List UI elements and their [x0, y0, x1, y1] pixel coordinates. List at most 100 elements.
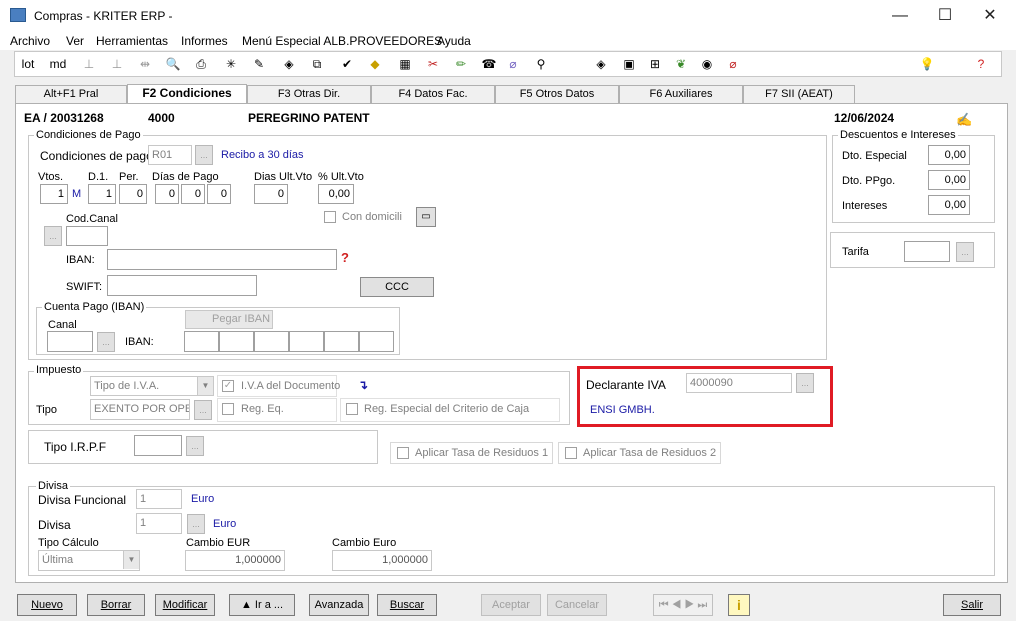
divisa-lookup-button[interactable]: ... — [187, 514, 205, 534]
tab-auxiliares[interactable]: F6 Auxiliares — [619, 85, 743, 103]
info-icon[interactable]: i — [728, 594, 750, 616]
preview-icon[interactable]: 🔍 — [165, 56, 181, 72]
tools-icon[interactable]: ✂ — [425, 56, 441, 72]
notes-icon[interactable]: ✍ — [956, 112, 972, 128]
menu-ver[interactable]: Ver — [66, 34, 84, 48]
d1-input[interactable]: 1 — [88, 184, 116, 204]
arrow-down-right-icon[interactable]: ↴ — [358, 378, 368, 392]
cambio-eur-input[interactable]: 1,000000 — [185, 550, 285, 571]
tab-otros-datos[interactable]: F5 Otros Datos — [495, 85, 619, 103]
menu-herramientas[interactable]: Herramientas — [96, 34, 168, 48]
swift-input[interactable] — [107, 275, 257, 296]
iva-documento-checkbox[interactable]: ✓ — [222, 380, 234, 392]
close-button[interactable]: ✕ — [975, 6, 1005, 26]
divisa-funcional-input[interactable]: 1 — [136, 489, 182, 509]
nuevo-button[interactable]: Nuevo — [17, 594, 77, 616]
tree-icon[interactable]: ⧉ — [309, 56, 325, 72]
dias-pago-3[interactable]: 0 — [207, 184, 231, 204]
tab-datos-fac[interactable]: F4 Datos Fac. — [371, 85, 495, 103]
grid-icon[interactable]: ▣ — [621, 56, 637, 72]
filter2-icon[interactable]: ⊥ — [109, 56, 125, 72]
buscar-button[interactable]: Buscar — [377, 594, 437, 616]
avanzada-button[interactable]: Avanzada — [309, 594, 369, 616]
dias-pago-2[interactable]: 0 — [181, 184, 205, 204]
dto-ppgo-input[interactable]: 0,00 — [928, 170, 970, 190]
cuenta-iban-1[interactable] — [184, 331, 219, 352]
cuenta-iban-3[interactable] — [254, 331, 289, 352]
calculator-icon[interactable]: ▦ — [397, 56, 413, 72]
tab-pral[interactable]: Alt+F1 Pral — [15, 85, 127, 103]
phone-icon[interactable]: ☎ — [481, 56, 497, 72]
paperclip-icon[interactable]: ⚲ — [533, 56, 549, 72]
intereses-input[interactable]: 0,00 — [928, 195, 970, 215]
aceptar-button[interactable]: Aceptar — [481, 594, 541, 616]
cuenta-iban-6[interactable] — [359, 331, 394, 352]
cuenta-iban-4[interactable] — [289, 331, 324, 352]
check-icon[interactable]: ✔ — [339, 56, 355, 72]
attach-icon[interactable]: ⌀ — [725, 56, 741, 72]
ccc-button[interactable]: CCC — [360, 277, 434, 297]
divisa-input[interactable]: 1 — [136, 513, 182, 534]
menu-ayuda[interactable]: Ayuda — [437, 34, 471, 48]
con-domicili-checkbox[interactable] — [324, 211, 336, 223]
lot-button[interactable]: lot — [19, 56, 37, 72]
cancelar-button[interactable]: Cancelar — [547, 594, 607, 616]
canal-input[interactable] — [47, 331, 93, 352]
clip-icon[interactable]: ⌀ — [505, 56, 521, 72]
cuenta-iban-5[interactable] — [324, 331, 359, 352]
iban-help-icon[interactable]: ? — [341, 250, 349, 265]
irpf-lookup-button[interactable]: ... — [186, 436, 204, 456]
lightbulb-icon[interactable]: 💡 — [919, 56, 935, 72]
minimize-button[interactable]: — — [885, 6, 915, 26]
dto-especial-input[interactable]: 0,00 — [928, 145, 970, 165]
iban-input[interactable] — [107, 249, 337, 270]
help-icon[interactable]: ? — [973, 56, 989, 72]
cond-pago-input[interactable]: R01 — [148, 145, 192, 165]
tasa1-checkbox[interactable] — [397, 447, 409, 459]
eraser-icon[interactable]: ◈ — [281, 56, 297, 72]
vtos-input[interactable]: 1 — [40, 184, 68, 204]
tipo-impuesto-input[interactable]: EXENTO POR OPE — [90, 399, 190, 420]
cod-canal-input[interactable] — [66, 226, 108, 246]
tipo-calculo-select[interactable]: Última ▼ — [38, 550, 140, 571]
pct-ult-input[interactable]: 0,00 — [318, 184, 354, 204]
eye-icon[interactable]: ◉ — [699, 56, 715, 72]
marker-icon[interactable]: ✏ — [453, 56, 469, 72]
salir-button[interactable]: Salir — [943, 594, 1001, 616]
cod-canal-lookup-button[interactable]: ... — [44, 226, 62, 246]
ir-a-button[interactable]: ▲ Ir a ... — [229, 594, 295, 616]
dias-ult-input[interactable]: 0 — [254, 184, 288, 204]
menu-archivo[interactable]: Archivo — [10, 34, 50, 48]
borrar-button[interactable]: Borrar — [87, 594, 145, 616]
sum-icon[interactable]: ⊞ — [647, 56, 663, 72]
tasa2-checkbox[interactable] — [565, 447, 577, 459]
diamond-icon[interactable]: ◆ — [367, 56, 383, 72]
leaf-icon[interactable]: ❦ — [673, 56, 689, 72]
irpf-input[interactable] — [134, 435, 182, 456]
canal-lookup-button[interactable]: ... — [97, 332, 115, 352]
tipo-iva-select[interactable]: Tipo de I.V.A. ▼ — [90, 376, 214, 396]
navigate-icon[interactable]: ⇹ — [137, 56, 153, 72]
cambio-euro-input[interactable]: 1,000000 — [332, 550, 432, 571]
tarifa-input[interactable] — [904, 241, 950, 262]
maximize-button[interactable]: ☐ — [930, 6, 960, 26]
modificar-button[interactable]: Modificar — [155, 594, 215, 616]
per-input[interactable]: 0 — [119, 184, 147, 204]
filter-icon[interactable]: ⊥ — [81, 56, 97, 72]
eraser2-icon[interactable]: ◈ — [593, 56, 609, 72]
record-navigator[interactable]: ⏮ ◀ ▶ ⏭ — [653, 594, 713, 616]
domicili-card-icon[interactable]: ▭ — [416, 207, 436, 227]
dias-pago-1[interactable]: 0 — [155, 184, 179, 204]
pegar-iban-button[interactable]: Pegar IBAN — [185, 310, 273, 329]
star-icon[interactable]: ✳ — [223, 56, 239, 72]
tab-sii[interactable]: F7 SII (AEAT) — [743, 85, 855, 103]
tipo-impuesto-lookup-button[interactable]: ... — [194, 400, 212, 420]
cuenta-iban-2[interactable] — [219, 331, 254, 352]
md-button[interactable]: md — [49, 56, 67, 72]
tab-otras-dir[interactable]: F3 Otras Dir. — [247, 85, 371, 103]
cond-pago-lookup-button[interactable]: ... — [195, 145, 213, 165]
menu-especial[interactable]: Menú Especial ALB.PROVEEDORES — [242, 34, 442, 48]
edit-icon[interactable]: ✎ — [251, 56, 267, 72]
tab-condiciones[interactable]: F2 Condiciones — [127, 84, 247, 104]
tarifa-lookup-button[interactable]: ... — [956, 242, 974, 262]
